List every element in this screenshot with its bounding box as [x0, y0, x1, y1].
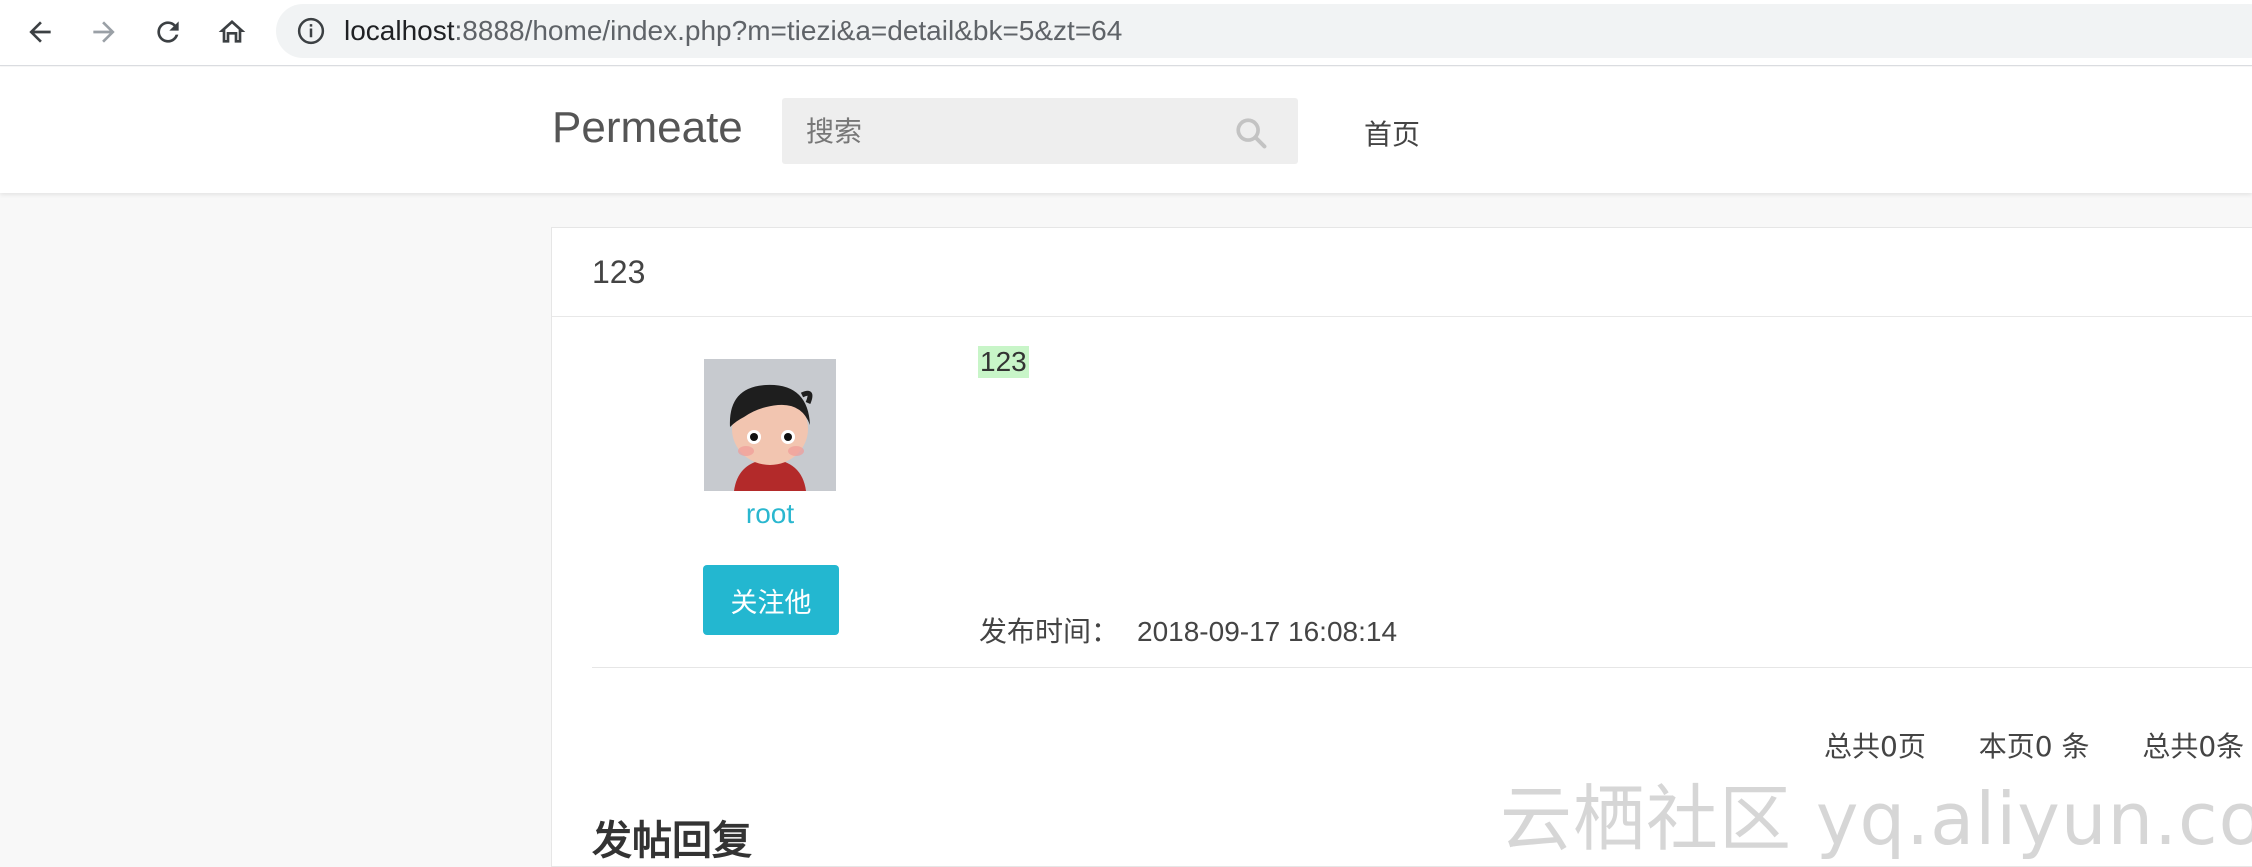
post-time-value: 2018-09-17 16:08:14 [1137, 616, 1398, 647]
divider [592, 667, 2252, 668]
url-path: :8888/home/index.php?m=tiezi&a=detail&bk… [454, 15, 1123, 46]
watermark: 云栖社区 yq.aliyun.com [1500, 777, 2252, 861]
divider [552, 316, 2252, 317]
avatar-image [704, 359, 836, 491]
home-icon [218, 20, 246, 43]
arrow-left-icon [29, 21, 51, 43]
address-bar[interactable]: localhost:8888/home/index.php?m=tiezi&a=… [276, 4, 2252, 58]
reply-heading: 发帖回复 [592, 818, 752, 864]
url-host: localhost [344, 15, 455, 46]
reload-button[interactable] [144, 8, 192, 56]
search-input[interactable] [782, 98, 1298, 164]
home-button[interactable] [208, 8, 256, 56]
total-pages: 总共0页 [1824, 730, 1926, 763]
search-icon[interactable] [1234, 116, 1268, 150]
post-title: 123 [592, 254, 646, 290]
author-link[interactable]: root [704, 498, 836, 530]
post-time: 发布时间： 2018-09-17 16:08:14 [979, 610, 1397, 650]
total-items: 总共0条 [2142, 730, 2245, 763]
url-text[interactable]: localhost:8888/home/index.php?m=tiezi&a=… [344, 15, 1122, 47]
follow-button[interactable]: 关注他 [703, 565, 839, 635]
arrow-right-icon [93, 21, 115, 43]
this-page-count: 本页0 条 [1978, 730, 2090, 763]
back-button[interactable] [16, 8, 64, 56]
forward-button[interactable] [80, 8, 128, 56]
reload-icon [157, 21, 179, 43]
post-content: 123 [978, 346, 1029, 378]
browser-toolbar: localhost:8888/home/index.php?m=tiezi&a=… [0, 0, 2252, 66]
info-icon[interactable] [296, 16, 326, 46]
nav-home-link[interactable]: 首页 [1364, 113, 1420, 153]
pagination-info: 总共0页 本页0 条 总共0条 [1824, 725, 2252, 765]
site-logo[interactable]: Permeate [552, 103, 743, 153]
post-time-label: 发布时间： [979, 615, 1120, 648]
site-header: Permeate 首页 [0, 67, 2252, 193]
avatar[interactable] [704, 359, 836, 491]
